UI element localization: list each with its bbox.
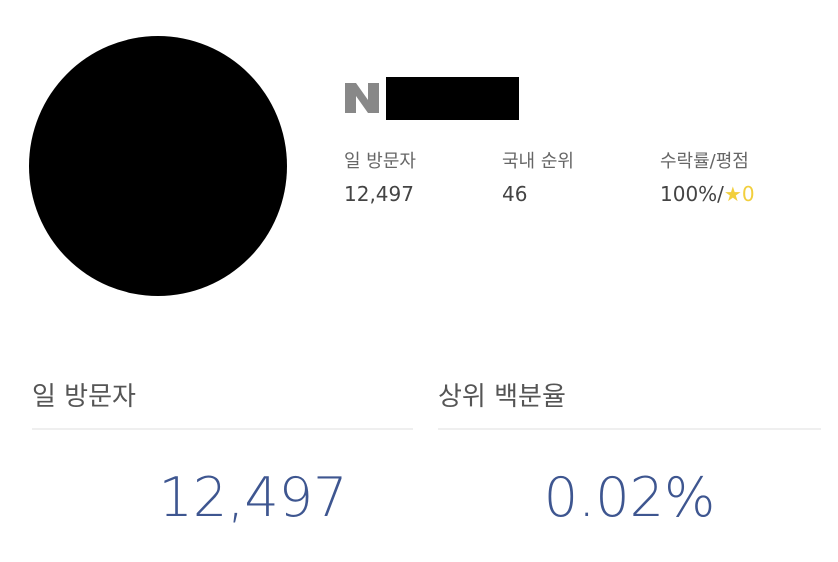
section-title-daily-visitors: 일 방문자 — [32, 382, 136, 412]
top-percentile-value: 0.02% — [543, 466, 716, 529]
avatar — [29, 36, 287, 296]
profile-name-redacted — [386, 76, 519, 120]
stat-acceptance-rating: 수락률/평점 100%/★0 — [660, 151, 755, 206]
divider — [32, 428, 413, 430]
naver-logo-icon — [343, 80, 381, 116]
acceptance-rate: 100%/ — [660, 182, 724, 206]
star-icon: ★ — [723, 182, 742, 206]
stat-value: 46 — [502, 182, 528, 206]
stat-label: 일 방문자 — [344, 151, 416, 172]
stat-value: 100%/★0 — [660, 182, 755, 206]
stat-domestic-rank: 국내 순위 46 — [502, 151, 574, 206]
profile-header — [343, 76, 519, 120]
section-title-top-percentile: 상위 백분율 — [438, 382, 566, 412]
naver-logo-svg — [345, 83, 379, 113]
stat-value: 12,497 — [344, 182, 414, 206]
divider — [438, 428, 821, 430]
stat-daily-visitors: 일 방문자 12,497 — [344, 151, 416, 206]
stat-label: 수락률/평점 — [660, 151, 749, 172]
stat-label: 국내 순위 — [502, 151, 574, 172]
daily-visitors-value: 12,497 — [158, 466, 348, 529]
rating-value: 0 — [741, 182, 755, 206]
